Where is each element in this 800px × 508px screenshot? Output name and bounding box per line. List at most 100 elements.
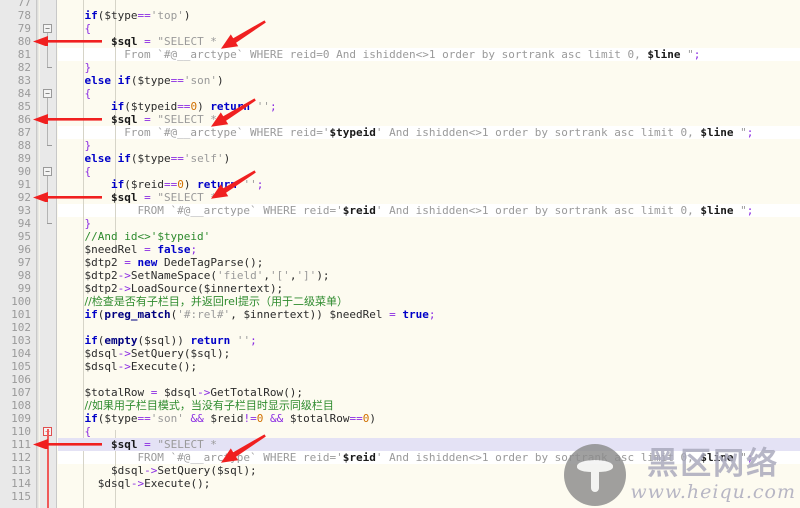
line-content[interactable]: if($typeid==0) return ''; — [111, 100, 277, 113]
fold-end-marker — [47, 145, 52, 146]
line-content[interactable]: if($reid==0) return ''; — [111, 178, 263, 191]
code-line[interactable]: 96 $needRel = false; — [0, 243, 800, 256]
token-pun: Execute — [144, 477, 191, 490]
fold-region-line — [47, 33, 48, 67]
code-line[interactable]: 115 — [0, 490, 800, 503]
line-content[interactable]: $dtp2 = new DedeTagParse(); — [84, 256, 263, 269]
code-line[interactable]: 105 $dsql->Execute(); — [0, 360, 800, 373]
line-content[interactable]: else if($type=='son') — [84, 74, 223, 87]
line-content[interactable]: { — [84, 165, 91, 178]
line-content[interactable]: $dsql->SetQuery($sql); — [111, 464, 257, 477]
line-content[interactable]: { — [84, 22, 91, 35]
token-pun: ( — [210, 269, 217, 282]
code-line[interactable]: 93 FROM `#@__arctype` WHERE reid='$reid' … — [0, 204, 800, 217]
fold-collapse-icon[interactable]: − — [43, 24, 52, 33]
line-content[interactable]: $dtp2->LoadSource($innertext); — [84, 282, 283, 295]
code-line[interactable]: 112 FROM `#@__arctype` WHERE reid='$reid'… — [0, 451, 800, 464]
code-line[interactable]: 106 — [0, 373, 800, 386]
line-content[interactable]: { — [84, 87, 91, 100]
line-content[interactable]: } — [84, 217, 91, 230]
line-content[interactable]: FROM `#@__arctype` WHERE reid='$reid' An… — [137, 204, 753, 217]
line-content[interactable]: $dsql->Execute(); — [98, 477, 211, 490]
code-line[interactable]: 111 $sql = "SELECT * — [0, 438, 800, 451]
token-str: '[' — [269, 269, 290, 282]
line-content[interactable]: $sql = "SELECT * — [111, 191, 217, 204]
code-line[interactable]: 103 if(empty($sql)) return ''; — [0, 334, 800, 347]
token-var: $typeid — [130, 100, 178, 113]
line-content[interactable]: $totalRow = $dsql->GetTotalRow(); — [84, 386, 303, 399]
code-line[interactable]: 110 { — [0, 425, 800, 438]
line-content[interactable]: else if($type=='self') — [84, 152, 230, 165]
line-content[interactable]: //检查是否有子栏目，并返回rel提示（用于二级菜单） — [84, 295, 348, 308]
code-line[interactable]: 86 $sql = "SELECT * — [0, 113, 800, 126]
code-line[interactable]: 108 //如果用子栏目模式，当没有子栏目时显示同级栏目 — [0, 399, 800, 412]
line-number: 101 — [11, 308, 31, 321]
fold-collapse-icon[interactable]: − — [43, 167, 52, 176]
line-content[interactable]: $needRel = false; — [84, 243, 197, 256]
code-line[interactable]: 78 if($type=='top') — [0, 9, 800, 22]
code-line[interactable]: 91 if($reid==0) return ''; — [0, 178, 800, 191]
line-content[interactable]: From `#@__arctype` WHERE reid='$typeid' … — [124, 126, 753, 139]
line-content[interactable]: if($type=='top') — [84, 9, 190, 22]
token-var: $needRel — [84, 243, 138, 256]
line-content[interactable]: $dtp2->SetNameSpace('field','[',']'); — [84, 269, 329, 282]
red-block-indicator — [47, 429, 49, 508]
token-semi: ; — [256, 178, 264, 191]
code-line[interactable]: 95 //And id<>'$typeid' — [0, 230, 800, 243]
line-content[interactable]: } — [84, 61, 91, 74]
code-line[interactable]: 114 $dsql->Execute(); — [0, 477, 800, 490]
token-kw: if — [117, 152, 131, 165]
code-line[interactable]: 83 else if($type=='son') — [0, 74, 800, 87]
token-pun: ( — [124, 178, 131, 191]
code-line[interactable]: 98 $dtp2->SetNameSpace('field','[',']'); — [0, 269, 800, 282]
code-line[interactable]: 104 $dsql->SetQuery($sql); — [0, 347, 800, 360]
code-line[interactable]: 79 { — [0, 22, 800, 35]
line-content[interactable]: if(preg_match('#:rel#', $innertext)) $ne… — [84, 308, 435, 321]
code-line[interactable]: 113 $dsql->SetQuery($sql); — [0, 464, 800, 477]
token-pun — [111, 152, 118, 165]
token-var: $dsql — [110, 464, 145, 477]
code-line[interactable]: 101 if(preg_match('#:rel#', $innertext)) … — [0, 308, 800, 321]
line-number: 78 — [17, 9, 31, 22]
line-content[interactable]: $sql = "SELECT * — [111, 35, 217, 48]
code-line[interactable]: 88} — [0, 139, 800, 152]
code-line[interactable]: 102 — [0, 321, 800, 334]
code-line[interactable]: 80 $sql = "SELECT * — [0, 35, 800, 48]
line-content[interactable]: } — [84, 139, 91, 152]
line-content[interactable]: //如果用子栏目模式，当没有子栏目时显示同级栏目 — [84, 399, 333, 412]
token-var: $reid — [130, 178, 164, 191]
code-line[interactable]: 77 — [0, 0, 800, 9]
line-content[interactable]: //And id<>'$typeid' — [84, 230, 210, 243]
code-line[interactable]: 107 $totalRow = $dsql->GetTotalRow(); — [0, 386, 800, 399]
token-var: $dsql — [163, 386, 198, 399]
code-line[interactable]: 94} — [0, 217, 800, 230]
token-var: $dsql — [97, 477, 131, 490]
code-line[interactable]: 100 //检查是否有子栏目，并返回rel提示（用于二级菜单） — [0, 295, 800, 308]
line-content[interactable]: $sql = "SELECT * — [111, 113, 217, 126]
line-content[interactable]: if($type=='son' && $reid!=0 && $totalRow… — [84, 412, 375, 425]
code-line[interactable]: 90 { — [0, 165, 800, 178]
code-line[interactable]: 87 From `#@__arctype` WHERE reid='$typeid… — [0, 126, 800, 139]
code-line[interactable]: 82} — [0, 61, 800, 74]
code-line[interactable]: 92 $sql = "SELECT * — [0, 191, 800, 204]
code-line[interactable]: 85 if($typeid==0) return ''; — [0, 100, 800, 113]
line-content[interactable]: $dsql->SetQuery($sql); — [84, 347, 230, 360]
line-content[interactable]: { — [84, 425, 91, 438]
token-pun — [157, 386, 164, 399]
line-content[interactable]: From `#@__arctype` WHERE reid=0 And ishi… — [124, 48, 700, 61]
line-number: 92 — [17, 191, 31, 204]
code-line[interactable]: 89 else if($type=='self') — [0, 152, 800, 165]
line-content[interactable]: $dsql->Execute(); — [84, 360, 197, 373]
code-line[interactable]: 81 From `#@__arctype` WHERE reid=0 And is… — [0, 48, 800, 61]
fold-collapse-icon[interactable]: − — [43, 89, 52, 98]
code-line[interactable]: 97 $dtp2 = new DedeTagParse(); — [0, 256, 800, 269]
code-line[interactable]: 99 $dtp2->LoadSource($innertext); — [0, 282, 800, 295]
line-content[interactable]: if(empty($sql)) return ''; — [84, 334, 256, 347]
code-lines-container[interactable]: 77 78 if($type=='top') 79{80 $sql = "SELECT … — [0, 0, 800, 508]
code-line[interactable]: 109 if($type=='son' && $reid!=0 && $total… — [0, 412, 800, 425]
line-content[interactable]: $sql = "SELECT * — [111, 438, 217, 451]
token-fn: preg_match — [104, 308, 171, 321]
line-content[interactable]: FROM `#@__arctype` WHERE reid='$reid' An… — [137, 451, 753, 464]
line-number: 115 — [11, 490, 31, 503]
code-line[interactable]: 84 { — [0, 87, 800, 100]
